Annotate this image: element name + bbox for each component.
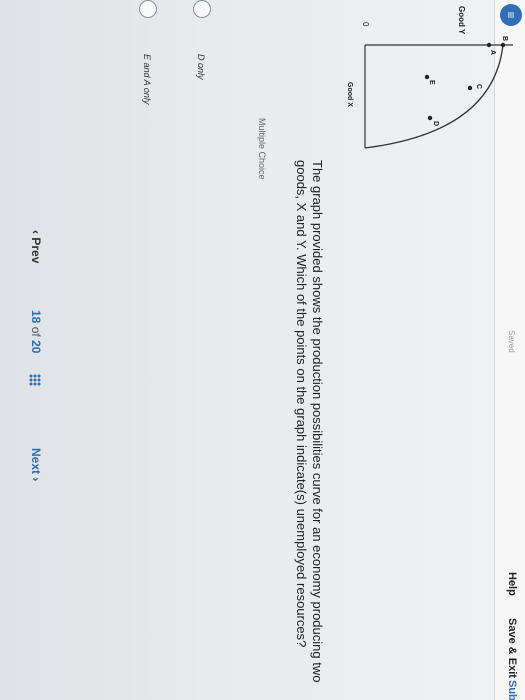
point-d-marker <box>427 115 433 121</box>
radio-button[interactable] <box>193 0 211 18</box>
point-a-marker <box>486 42 492 48</box>
ppc-curve <box>364 44 504 149</box>
page-current: 18 <box>29 310 43 324</box>
point-c-label: C <box>475 84 482 89</box>
prev-label: Prev <box>29 237 43 264</box>
next-label: Next <box>29 448 43 475</box>
save-exit-link[interactable]: Save & Exit <box>506 618 518 678</box>
radio-button[interactable] <box>139 0 157 18</box>
y-axis-label: Good Y <box>457 6 466 35</box>
page-total: 20 <box>29 340 43 354</box>
point-d-label: D <box>432 121 439 126</box>
submit-link[interactable]: Sub <box>506 680 518 700</box>
question-text: The graph provided shows the production … <box>294 160 325 683</box>
quiz-page: ≡ Saved Help Save & Exit Sub Good Y 0 Go… <box>0 0 525 700</box>
point-b-label: B <box>501 36 508 41</box>
origin-label: 0 <box>361 22 370 27</box>
question-navigation: ‹ Prev 18 of 20 Next › <box>23 230 43 530</box>
multiple-choice-label: Multiple Choice <box>257 118 267 180</box>
answer-option-text: D only <box>196 54 206 80</box>
point-a-label: A <box>489 50 496 55</box>
point-b-marker <box>500 42 506 48</box>
next-button[interactable]: Next › <box>29 448 43 481</box>
x-axis-label: Good X <box>346 82 353 107</box>
answer-option[interactable]: E and A only <box>135 0 157 200</box>
point-e-marker <box>424 74 430 80</box>
chevron-right-icon: › <box>29 474 43 482</box>
page-of: of <box>29 326 43 337</box>
ppc-graph: Good Y 0 Good X B A C E D <box>346 6 513 149</box>
prev-button[interactable]: ‹ Prev <box>29 230 43 263</box>
help-link[interactable]: Help <box>506 572 518 596</box>
answer-option[interactable]: D only <box>189 0 211 200</box>
answer-option-text: E and A only <box>142 54 152 105</box>
point-c-marker <box>467 85 473 91</box>
point-e-label: E <box>428 80 435 85</box>
grid-icon[interactable] <box>29 374 41 386</box>
saved-status: Saved <box>507 330 516 353</box>
page-indicator: 18 of 20 <box>29 310 43 353</box>
